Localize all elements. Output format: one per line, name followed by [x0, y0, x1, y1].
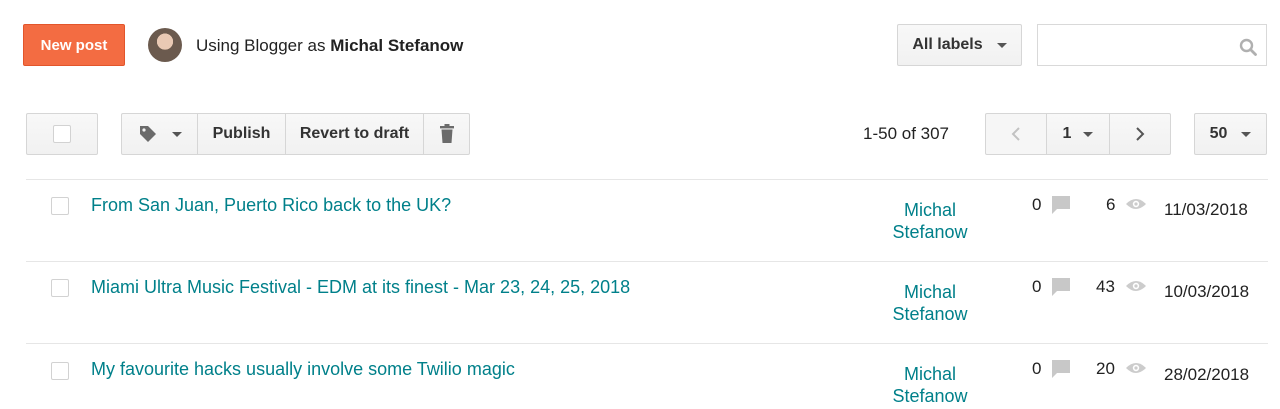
comment-count: 0 — [1032, 277, 1042, 296]
post-author-link[interactable]: Michal Stefanow — [880, 281, 980, 325]
all-labels-dropdown[interactable]: All labels — [897, 24, 1022, 66]
chevron-down-icon — [996, 42, 1007, 48]
all-labels-label: All labels — [912, 36, 983, 53]
chevron-down-icon — [1241, 131, 1252, 137]
revert-to-draft-button[interactable]: Revert to draft — [285, 113, 424, 155]
avatar[interactable] — [148, 28, 182, 62]
post-row-checkbox[interactable] — [51, 197, 69, 215]
row-divider — [26, 261, 1268, 262]
next-page-button[interactable] — [1109, 113, 1171, 155]
delete-button[interactable] — [423, 113, 470, 155]
eye-icon — [1126, 199, 1146, 209]
using-prefix: Using Blogger as — [196, 36, 326, 55]
view-count: 6 — [1106, 195, 1116, 214]
comment-icon[interactable] — [1051, 195, 1071, 215]
post-author-link[interactable]: Michal Stefanow — [880, 363, 980, 407]
search-input[interactable] — [1046, 33, 1230, 59]
post-title-link[interactable]: From San Juan, Puerto Rico back to the U… — [91, 195, 451, 216]
chevron-down-icon — [1083, 131, 1094, 137]
post-row-checkbox[interactable] — [51, 362, 69, 380]
label-menu-button[interactable] — [121, 113, 198, 155]
comment-icon[interactable] — [1051, 277, 1071, 297]
page-select-dropdown[interactable]: 1 — [1046, 113, 1110, 155]
chevron-right-icon — [1136, 127, 1145, 141]
page-size-value: 50 — [1209, 125, 1228, 142]
using-blogger-text: Using Blogger as Michal Stefanow — [196, 36, 463, 56]
author-first-name: Michal — [903, 364, 956, 384]
eye-icon — [1126, 281, 1146, 291]
search-box[interactable] — [1037, 24, 1267, 66]
post-title-link[interactable]: My favourite hacks usually involve some … — [91, 359, 515, 380]
view-count: 20 — [1096, 359, 1115, 378]
trash-icon — [439, 124, 454, 143]
eye-icon — [1126, 363, 1146, 373]
post-row-checkbox[interactable] — [51, 279, 69, 297]
previous-page-button[interactable] — [985, 113, 1047, 155]
post-date: 11/03/2018 — [1164, 200, 1248, 219]
post-author-link[interactable]: Michal Stefanow — [880, 199, 980, 243]
pagination-range: 1-50 of 307 — [863, 124, 950, 143]
new-post-button[interactable]: New post — [23, 24, 125, 66]
page-size-dropdown[interactable]: 50 — [1194, 113, 1267, 155]
comment-count: 0 — [1032, 195, 1042, 214]
author-first-name: Michal — [903, 200, 956, 220]
author-last-name: Stefanow — [892, 222, 968, 242]
author-first-name: Michal — [903, 282, 956, 302]
row-divider — [26, 343, 1268, 344]
row-divider — [26, 179, 1268, 180]
page-number: 1 — [1062, 125, 1072, 142]
comment-icon[interactable] — [1051, 359, 1071, 379]
tag-icon — [139, 126, 156, 142]
user-name: Michal Stefanow — [330, 36, 464, 55]
author-last-name: Stefanow — [892, 304, 968, 324]
view-count: 43 — [1096, 277, 1115, 296]
comment-count: 0 — [1032, 359, 1042, 378]
search-icon[interactable] — [1239, 38, 1257, 56]
post-title-link[interactable]: Miami Ultra Music Festival - EDM at its … — [91, 277, 630, 298]
post-date: 28/02/2018 — [1164, 365, 1250, 384]
publish-button[interactable]: Publish — [197, 113, 286, 155]
post-date: 10/03/2018 — [1164, 282, 1250, 301]
chevron-down-icon — [171, 131, 182, 137]
chevron-left-icon — [1011, 127, 1020, 141]
select-all-button[interactable] — [26, 113, 98, 155]
author-last-name: Stefanow — [892, 386, 968, 406]
select-all-checkbox[interactable] — [53, 125, 71, 143]
